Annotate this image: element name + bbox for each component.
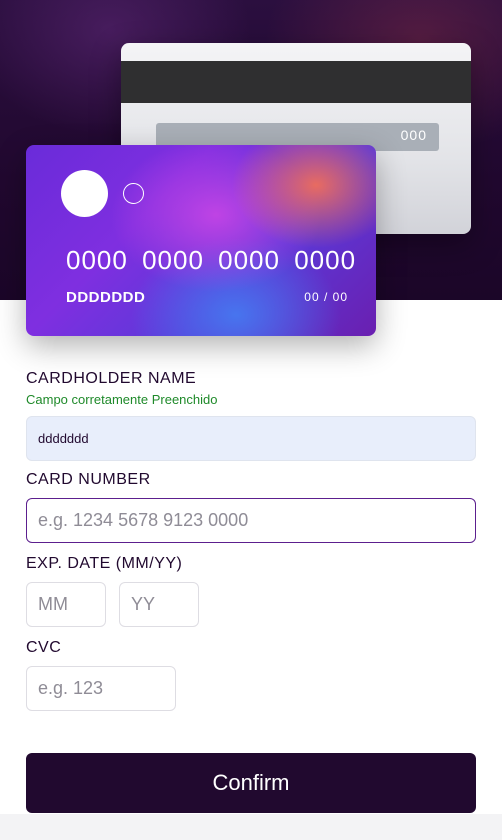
confirm-button[interactable]: Confirm xyxy=(26,753,476,813)
magnetic-stripe xyxy=(121,61,471,103)
card-number-input[interactable] xyxy=(26,498,476,543)
exp-date-group: EXP. DATE (MM/YY) xyxy=(26,555,199,627)
exp-date-label: EXP. DATE (MM/YY) xyxy=(26,555,183,572)
exp-year-input[interactable] xyxy=(119,582,199,627)
cardholder-name-input[interactable] xyxy=(26,416,476,461)
card-front-preview: 0000 0000 0000 0000 DDDDDDD 00 / 00 xyxy=(26,145,376,336)
cardholder-name-label: CARDHOLDER NAME xyxy=(26,370,197,387)
page: 000 0000 0000 0000 0000 DDDDDDD 00 / 00 … xyxy=(0,0,502,840)
cardholder-name-group: CARDHOLDER NAME Campo corretamente Preen… xyxy=(26,370,476,461)
cvc-group: CVC xyxy=(26,639,176,711)
exp-month-input[interactable] xyxy=(26,582,106,627)
card-number-group: CARD NUMBER xyxy=(26,471,476,543)
cvc-label: CVC xyxy=(26,639,62,656)
cvc-input[interactable] xyxy=(26,666,176,711)
card-logo-circle-outline xyxy=(123,183,144,204)
cardholder-success-message: Campo corretamente Preenchido xyxy=(26,392,218,407)
exp-date-row xyxy=(26,573,199,627)
card-logo-circle-filled xyxy=(61,170,108,217)
card-number-label: CARD NUMBER xyxy=(26,471,151,488)
card-front-number: 0000 0000 0000 0000 xyxy=(66,245,357,275)
card-front-expiry: 00 / 00 xyxy=(304,290,348,304)
card-back-cvc: 000 xyxy=(400,127,427,143)
card-front-name: DDDDDDD xyxy=(66,289,146,306)
